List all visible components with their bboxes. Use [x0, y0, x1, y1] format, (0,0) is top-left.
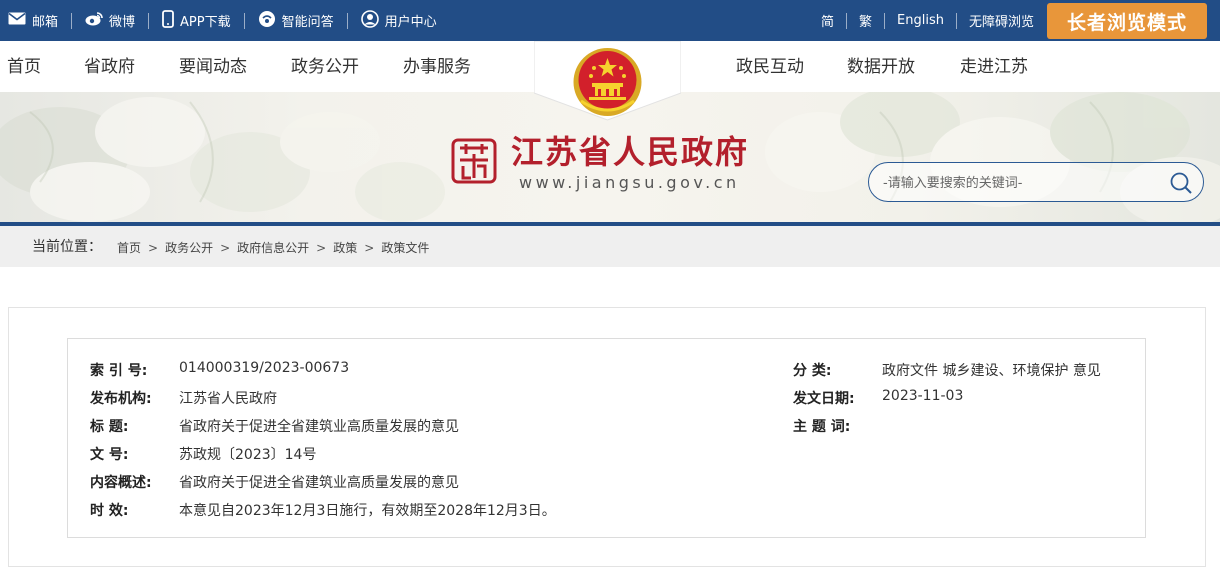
simplified-chinese-link[interactable]: 简	[821, 11, 834, 30]
document-info-table: 索 引 号: 014000319/2023-00673 发布机构: 江苏省人民政…	[67, 338, 1146, 538]
site-title: 江苏省人民政府	[511, 133, 750, 171]
divider	[71, 12, 73, 29]
app-download-label: APP下载	[180, 15, 231, 30]
summary-label: 内容概述:	[90, 475, 152, 491]
index-no-label: 索 引 号:	[90, 363, 148, 379]
issuer-label: 发布机构:	[90, 391, 152, 407]
breadcrumb-item-gov-affairs[interactable]: 政务公开	[165, 239, 213, 256]
breadcrumb-separator: >	[364, 240, 375, 255]
breadcrumb-label: 当前位置：	[32, 239, 102, 255]
issuer-value: 江苏省人民政府	[179, 391, 277, 407]
english-link[interactable]: English	[897, 13, 944, 28]
nav-item-open-data[interactable]: 数据开放	[847, 41, 915, 92]
breadcrumb-item-policy[interactable]: 政策	[333, 239, 357, 256]
divider	[955, 12, 957, 29]
jiangsu-logo-icon	[451, 138, 497, 188]
search-box	[868, 162, 1204, 202]
category-label: 分 类:	[793, 363, 832, 379]
user-center-label: 用户中心	[384, 15, 437, 30]
breadcrumb-item-policy-docs[interactable]: 政策文件	[381, 239, 429, 256]
nav-item-interaction[interactable]: 政民互动	[736, 41, 804, 92]
search-icon	[1170, 172, 1192, 194]
smart-qa-link[interactable]: 智能问答	[258, 10, 334, 32]
elder-mode-button[interactable]: 长者浏览模式	[1047, 3, 1207, 39]
mail-label: 邮箱	[32, 15, 59, 30]
top-bar-right: 简 繁 English 无障碍浏览	[821, 0, 1034, 41]
validity-value: 本意见自2023年12月3日施行，有效期至2028年12月3日。	[179, 503, 556, 519]
divider	[148, 12, 150, 29]
breadcrumb-separator: >	[220, 240, 231, 255]
validity-label: 时 效:	[90, 503, 129, 519]
nav-item-home[interactable]: 首页	[7, 41, 41, 92]
nav-item-news[interactable]: 要闻动态	[179, 41, 247, 92]
search-input[interactable]	[881, 172, 1165, 194]
breadcrumb-separator: >	[316, 240, 327, 255]
chat-icon	[258, 10, 276, 32]
breadcrumb-trail: 首页 > 政务公开 > 政府信息公开 > 政策 > 政策文件	[117, 239, 429, 256]
phone-icon	[162, 9, 174, 32]
issue-date-label: 发文日期:	[793, 391, 855, 407]
top-bar-left: 邮箱 微博 APP下载 智能问答 用户中心	[8, 0, 437, 41]
summary-value: 省政府关于促进全省建筑业高质量发展的意见	[179, 475, 459, 491]
breadcrumb-separator: >	[148, 240, 159, 255]
title-label: 标 题:	[90, 419, 129, 435]
nav-item-provincial-gov[interactable]: 省政府	[84, 41, 135, 92]
doc-no-value: 苏政规〔2023〕14号	[179, 447, 317, 463]
weibo-label: 微博	[109, 15, 136, 30]
breadcrumb-item-home[interactable]: 首页	[117, 239, 141, 256]
divider	[346, 12, 348, 29]
title-value: 省政府关于促进全省建筑业高质量发展的意见	[179, 419, 459, 435]
category-value: 政府文件 城乡建设、环境保护 意见	[882, 363, 1101, 379]
mail-link[interactable]: 邮箱	[8, 11, 58, 30]
search-button[interactable]	[1169, 171, 1193, 195]
index-no-value: 014000319/2023-00673	[179, 360, 350, 376]
national-emblem-icon	[573, 48, 642, 116]
nav-item-about-jiangsu[interactable]: 走进江苏	[960, 41, 1028, 92]
accessibility-link[interactable]: 无障碍浏览	[969, 11, 1034, 30]
top-bar: 邮箱 微博 APP下载 智能问答 用户中心 简 繁 English 无障碍浏览 …	[0, 0, 1220, 41]
breadcrumb: 当前位置： 首页 > 政务公开 > 政府信息公开 > 政策 > 政策文件	[0, 226, 1220, 267]
national-emblem-tab	[533, 40, 682, 125]
divider	[846, 12, 848, 29]
traditional-chinese-link[interactable]: 繁	[859, 11, 872, 30]
nav-item-services[interactable]: 办事服务	[403, 41, 471, 92]
issue-date-value: 2023-11-03	[882, 388, 964, 404]
weibo-link[interactable]: 微博	[85, 11, 135, 30]
keywords-label: 主 题 词:	[793, 419, 851, 435]
user-icon	[360, 9, 379, 32]
nav-item-gov-affairs[interactable]: 政务公开	[291, 41, 359, 92]
user-center-link[interactable]: 用户中心	[360, 9, 437, 32]
doc-no-label: 文 号:	[90, 447, 129, 463]
site-url: www.jiangsu.gov.cn	[519, 173, 740, 192]
app-download-link[interactable]: APP下载	[162, 9, 231, 32]
mail-icon	[8, 12, 26, 29]
divider	[243, 12, 245, 29]
weibo-icon	[85, 11, 103, 30]
smart-qa-label: 智能问答	[281, 15, 334, 30]
breadcrumb-item-gov-info[interactable]: 政府信息公开	[237, 239, 309, 256]
divider	[884, 12, 886, 29]
